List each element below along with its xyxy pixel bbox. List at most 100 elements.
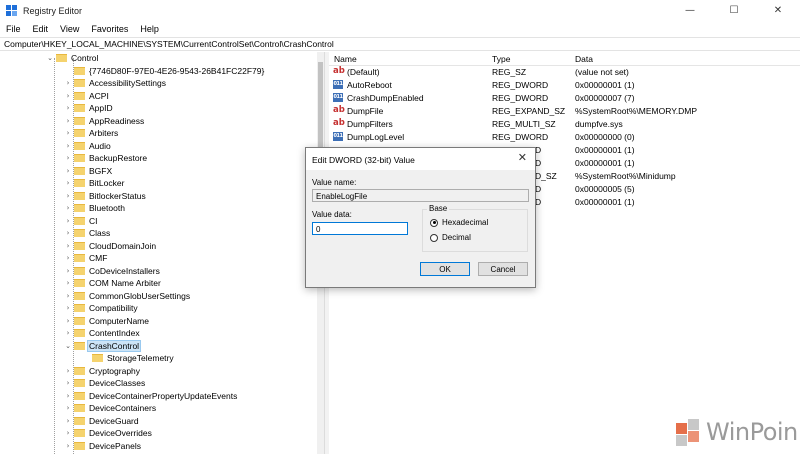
folder-icon — [74, 366, 85, 375]
tree-item[interactable]: {7746D80F-97E0-4E26-9543-26B41FC22F79} — [64, 65, 265, 78]
hexadecimal-label: Hexadecimal — [442, 218, 489, 227]
tree-item[interactable]: › CloudDomainJoin — [64, 240, 157, 253]
tree-item-label: DeviceGuard — [89, 415, 139, 426]
value-row[interactable]: 011 CrashDumpEnabled REG_DWORD 0x00000007 (… — [329, 92, 800, 105]
chevron-right-icon[interactable]: › — [64, 154, 72, 162]
tree-item[interactable]: › Bluetooth — [64, 202, 126, 215]
ok-button[interactable]: OK — [420, 262, 470, 276]
chevron-right-icon[interactable]: › — [64, 329, 72, 337]
tree-item[interactable]: › DeviceContainerPropertyUpdateEvents — [64, 390, 238, 403]
tree-item[interactable]: StorageTelemetry — [82, 352, 175, 365]
folder-icon — [74, 229, 85, 238]
value-data-input[interactable]: 0 — [312, 222, 408, 235]
tree-item[interactable]: › AccessibilitySettings — [64, 77, 167, 90]
menu-favorites[interactable]: Favorites — [85, 24, 134, 34]
tree-item[interactable]: › CI — [64, 215, 99, 228]
tree-item[interactable]: › BGFX — [64, 165, 113, 178]
menu-file[interactable]: File — [0, 24, 27, 34]
tree-item[interactable]: › BackupRestore — [64, 152, 148, 165]
menu-edit[interactable]: Edit — [27, 24, 55, 34]
tree-item[interactable]: › DeviceOverrides — [64, 427, 153, 440]
tree-item[interactable]: › Arbiters — [64, 127, 119, 140]
radio-hexadecimal[interactable]: Hexadecimal — [430, 218, 488, 227]
chevron-right-icon[interactable]: › — [64, 429, 72, 437]
chevron-right-icon[interactable]: › — [64, 192, 72, 200]
chevron-right-icon[interactable]: › — [64, 179, 72, 187]
tree-item[interactable]: › CMF — [64, 252, 108, 265]
chevron-right-icon[interactable]: › — [64, 317, 72, 325]
chevron-right-icon[interactable]: › — [64, 392, 72, 400]
chevron-right-icon[interactable]: › — [64, 204, 72, 212]
chevron-right-icon[interactable]: › — [64, 129, 72, 137]
value-row[interactable]: 011 DumpLogLevel REG_DWORD 0x00000000 (0) — [329, 131, 800, 144]
chevron-right-icon[interactable]: › — [64, 442, 72, 450]
maximize-button[interactable]: ☐ — [712, 0, 756, 21]
tree-item[interactable]: › ComputerName — [64, 315, 150, 328]
tree-item-label: AppID — [89, 103, 113, 114]
minimize-button[interactable]: — — [668, 0, 712, 21]
tree-item[interactable]: › CommonGlobUserSettings — [64, 290, 191, 303]
tree-item[interactable]: › AppID — [64, 102, 114, 115]
chevron-right-icon[interactable]: › — [64, 404, 72, 412]
column-header-data[interactable]: Data — [575, 54, 593, 64]
radio-selected-icon[interactable] — [430, 218, 438, 227]
chevron-right-icon[interactable]: › — [64, 292, 72, 300]
tree-item[interactable]: › Class — [64, 227, 111, 240]
cancel-button[interactable]: Cancel — [478, 262, 528, 276]
close-button[interactable]: ✕ — [756, 0, 800, 21]
menu-view[interactable]: View — [54, 24, 85, 34]
chevron-right-icon[interactable]: › — [64, 167, 72, 175]
chevron-right-icon[interactable]: › — [64, 279, 72, 287]
tree-item[interactable]: › BitlockerStatus — [64, 190, 147, 203]
tree-item[interactable]: › Compatibility — [64, 302, 139, 315]
folder-icon — [74, 154, 85, 163]
column-header-name[interactable]: Name — [334, 54, 357, 64]
tree-item[interactable]: › BitLocker — [64, 177, 125, 190]
value-row[interactable]: ab DumpFilters REG_MULTI_SZ dumpfve.sys — [329, 118, 800, 131]
chevron-down-icon[interactable]: ⌄ — [64, 342, 72, 350]
chevron-right-icon[interactable]: › — [64, 267, 72, 275]
chevron-right-icon[interactable]: › — [64, 242, 72, 250]
chevron-right-icon[interactable]: › — [64, 304, 72, 312]
chevron-right-icon[interactable]: › — [64, 142, 72, 150]
address-bar[interactable]: Computer\HKEY_LOCAL_MACHINE\SYSTEM\Curre… — [0, 37, 800, 51]
tree-item-label: Compatibility — [89, 303, 138, 314]
tree-item[interactable]: › ACPI — [64, 90, 110, 103]
chevron-down-icon[interactable]: ⌄ — [46, 54, 54, 62]
chevron-right-icon[interactable]: › — [64, 367, 72, 375]
close-icon[interactable]: ✕ — [518, 151, 527, 164]
tree-item-control[interactable]: ⌄ Control — [46, 52, 99, 65]
tree-item[interactable]: › ContentIndex — [64, 327, 141, 340]
tree-item[interactable]: › DeviceGuard — [64, 415, 140, 428]
value-row[interactable]: 011 AutoReboot REG_DWORD 0x00000001 (1) — [329, 79, 800, 92]
tree-item[interactable]: › DevicePanels — [64, 440, 142, 453]
tree-item-label: Audio — [89, 140, 111, 151]
tree-item[interactable]: › DeviceClasses — [64, 377, 146, 390]
tree-item[interactable]: › Cryptography — [64, 365, 141, 378]
chevron-right-icon[interactable]: › — [64, 229, 72, 237]
value-data: dumpfve.sys — [575, 119, 623, 129]
folder-icon — [74, 216, 85, 225]
radio-decimal[interactable]: Decimal — [430, 233, 471, 242]
tree-item[interactable]: › DeviceContainers — [64, 402, 157, 415]
menu-help[interactable]: Help — [134, 24, 165, 34]
radio-unselected-icon[interactable] — [430, 233, 438, 242]
tree-item[interactable]: › COM Name Arbiter — [64, 277, 162, 290]
tree-item[interactable]: › CoDeviceInstallers — [64, 265, 161, 278]
tree-item[interactable]: › AppReadiness — [64, 115, 145, 128]
folder-icon — [74, 429, 85, 438]
chevron-right-icon[interactable]: › — [64, 79, 72, 87]
chevron-right-icon[interactable]: › — [64, 117, 72, 125]
chevron-right-icon[interactable]: › — [64, 379, 72, 387]
tree-item[interactable]: › Audio — [64, 140, 112, 153]
column-header-type[interactable]: Type — [492, 54, 510, 64]
folder-icon — [74, 266, 85, 275]
chevron-right-icon[interactable]: › — [64, 417, 72, 425]
chevron-right-icon[interactable]: › — [64, 217, 72, 225]
chevron-right-icon[interactable]: › — [64, 92, 72, 100]
chevron-right-icon[interactable]: › — [64, 254, 72, 262]
value-row[interactable]: ab DumpFile REG_EXPAND_SZ %SystemRoot%\MEMO… — [329, 105, 800, 118]
value-row[interactable]: ab (Default) REG_SZ (value not set) — [329, 66, 800, 79]
tree-item[interactable]: ⌄ CrashControl — [64, 339, 142, 353]
chevron-right-icon[interactable]: › — [64, 104, 72, 112]
